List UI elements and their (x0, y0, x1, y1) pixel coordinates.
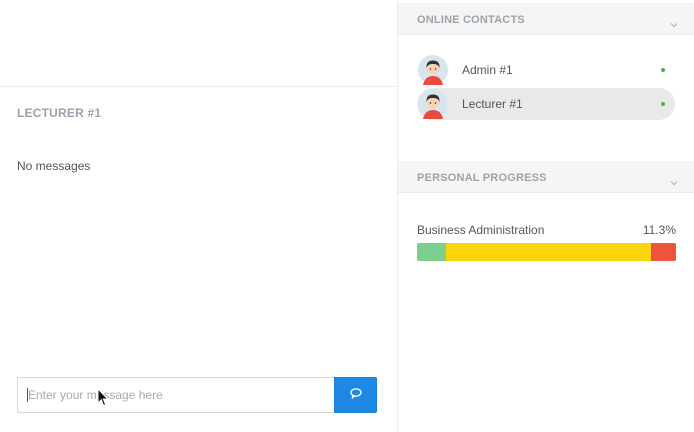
online-contacts-header[interactable]: ONLINE CONTACTS (398, 3, 694, 35)
user-avatar-icon (417, 88, 449, 120)
online-dot-icon (661, 102, 665, 106)
personal-progress-title: PERSONAL PROGRESS (417, 172, 547, 184)
contact-name: Lecturer #1 (462, 97, 523, 111)
contact-item-lecturer-1[interactable]: Lecturer #1 (417, 88, 675, 120)
chat-pane: LECTURER #1 No messages (0, 0, 397, 432)
sidebar: ONLINE CONTACTS Admin #1 Lecturer #1 PER… (398, 0, 694, 432)
message-input[interactable] (17, 377, 334, 413)
course-progress-bar (417, 243, 676, 261)
course-progress-percent: 11.3% (642, 223, 676, 237)
chat-send-icon (349, 386, 362, 404)
online-contacts-title: ONLINE CONTACTS (417, 14, 525, 26)
chat-header-area (0, 0, 397, 87)
text-caret (27, 388, 28, 402)
contact-name: Admin #1 (462, 63, 513, 77)
empty-messages-text: No messages (17, 159, 91, 173)
message-composer (17, 377, 377, 413)
online-dot-icon (661, 68, 665, 72)
personal-progress-header[interactable]: PERSONAL PROGRESS (398, 161, 694, 193)
chevron-down-icon[interactable] (670, 173, 678, 191)
course-name: Business Administration (417, 223, 545, 237)
progress-segment-in-progress (446, 243, 651, 261)
chevron-down-icon[interactable] (670, 15, 678, 33)
chat-title: LECTURER #1 (17, 106, 102, 120)
progress-segment-remaining (650, 243, 676, 261)
user-avatar-icon (417, 54, 449, 86)
mouse-pointer-icon (97, 387, 109, 412)
progress-segment-completed (417, 243, 447, 261)
send-button[interactable] (334, 377, 377, 413)
contact-item-admin-1[interactable]: Admin #1 (417, 54, 675, 86)
